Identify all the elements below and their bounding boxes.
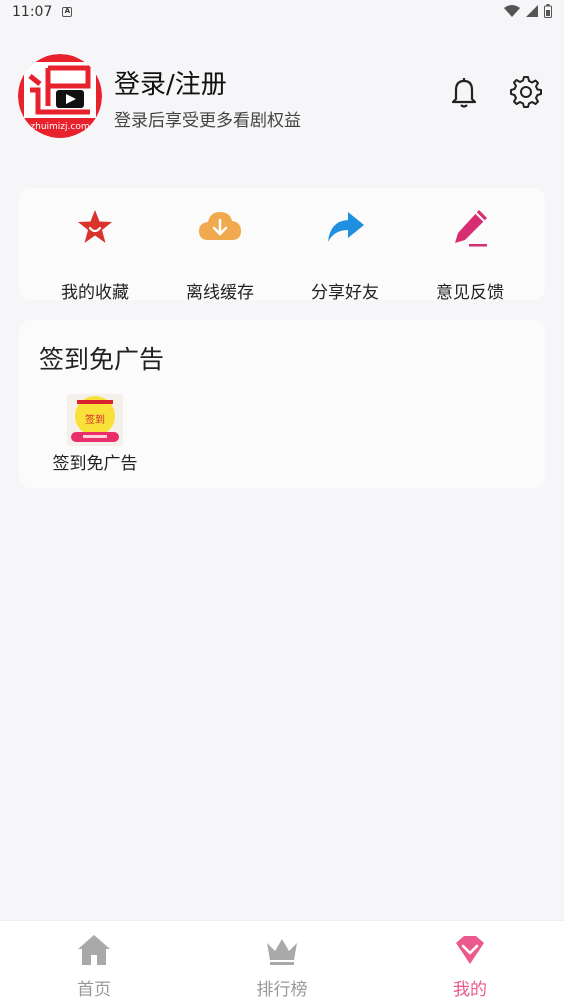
signin-section-title: 签到免广告 <box>39 345 165 374</box>
app-logo-avatar: zhuimizj.com <box>18 54 102 138</box>
crown-icon <box>267 939 297 965</box>
quick-actions-card: 我的收藏 离线缓存 分享好友 意见反馈 <box>19 188 545 303</box>
status-time: 11:07 <box>12 4 53 20</box>
share-arrow-icon <box>328 212 364 242</box>
star-icon <box>78 210 112 243</box>
signin-thumbnail: 签到 <box>67 394 123 446</box>
svg-text:zhuimizj.com: zhuimizj.com <box>30 122 89 132</box>
signin-card: 签到免广告 签到 签到免广告 <box>19 320 545 488</box>
signin-thumb-text: 签到 <box>85 415 105 426</box>
tab-mine[interactable]: 我的 <box>376 921 564 1004</box>
diamond-icon <box>456 936 484 964</box>
share-friends-button[interactable]: 分享好友 <box>285 206 405 303</box>
profile-header: zhuimizj.com 登录/注册 登录后享受更多看剧权益 <box>18 54 548 138</box>
favorites-label: 我的收藏 <box>61 283 129 303</box>
avatar[interactable]: zhuimizj.com <box>18 54 102 138</box>
status-bar: 11:07 A <box>0 0 564 24</box>
login-subtitle: 登录后享受更多看剧权益 <box>114 111 301 131</box>
favorites-button[interactable]: 我的收藏 <box>35 206 155 303</box>
signal-icon <box>526 5 538 17</box>
offline-cache-label: 离线缓存 <box>186 283 254 303</box>
a-icon: A <box>62 7 73 17</box>
tab-home[interactable]: 首页 <box>0 921 188 1004</box>
tab-home-label: 首页 <box>77 980 111 1000</box>
tab-mine-label: 我的 <box>453 980 487 1000</box>
feedback-label: 意见反馈 <box>436 283 504 303</box>
tab-ranking-label: 排行榜 <box>256 980 308 1000</box>
login-title[interactable]: 登录/注册 <box>114 64 227 101</box>
signin-tile-label: 签到免广告 <box>52 454 138 474</box>
bottom-tab-bar: 首页 排行榜 我的 <box>0 920 564 1004</box>
battery-icon <box>544 4 552 18</box>
signin-tile[interactable]: 签到 签到免广告 <box>45 394 145 474</box>
home-icon <box>78 935 110 965</box>
feedback-button[interactable]: 意见反馈 <box>410 206 530 303</box>
bell-icon[interactable] <box>446 74 482 110</box>
gear-icon[interactable] <box>508 74 544 110</box>
pencil-icon <box>455 210 487 247</box>
share-friends-label: 分享好友 <box>311 283 379 303</box>
tab-ranking[interactable]: 排行榜 <box>188 921 376 1004</box>
status-icons <box>504 4 552 18</box>
cloud-download-icon <box>199 212 241 240</box>
offline-cache-button[interactable]: 离线缓存 <box>160 206 280 303</box>
wifi-icon <box>504 5 520 17</box>
